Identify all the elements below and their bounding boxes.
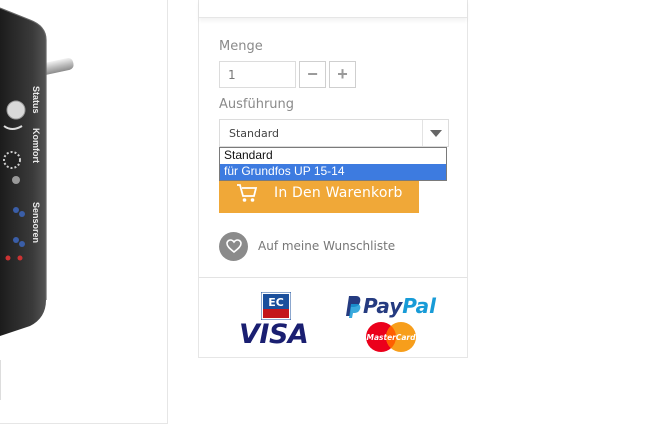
sensoren-label: Sensoren (31, 202, 41, 243)
paypal-icon (346, 296, 361, 318)
payment-logos: EC Pay Pal VISA MasterCard (199, 278, 467, 358)
komfort-label: Komfort (31, 128, 41, 163)
product-image-panel[interactable]: Status Komfort Sensoren (0, 0, 168, 424)
variant-select[interactable]: Standard (219, 119, 449, 147)
quantity-decrease-button[interactable]: − (299, 61, 326, 88)
paypal-text-pal: Pal (402, 294, 437, 318)
heart-icon (219, 231, 248, 261)
svg-text:EC: EC (268, 296, 284, 309)
add-to-cart-label: In Den Warenkorb (274, 185, 403, 201)
variant-option-grundfos[interactable]: für Grundfos UP 15-14 (220, 164, 446, 180)
quantity-increase-button[interactable]: + (329, 61, 356, 88)
paypal-logo: Pay Pal (341, 294, 436, 318)
paypal-text-pay: Pay (363, 294, 403, 318)
top-strip (199, 0, 467, 18)
chevron-down-icon[interactable] (422, 120, 448, 146)
mastercard-logo: MasterCard (366, 322, 417, 352)
wishlist-link[interactable]: Auf meine Wunschliste (219, 231, 395, 261)
product-image: Status Komfort Sensoren (0, 7, 74, 400)
quantity-label: Menge (219, 39, 263, 54)
variant-option-standard[interactable]: Standard (220, 148, 446, 164)
wishlist-label: Auf meine Wunschliste (258, 239, 396, 253)
variant-dropdown-list[interactable]: Standard für Grundfos UP 15-14 (219, 147, 447, 181)
svg-text:MasterCard: MasterCard (367, 333, 417, 342)
variant-selected-value: Standard (229, 127, 280, 140)
variant-label: Ausführung (219, 97, 295, 112)
cart-icon (237, 184, 258, 202)
visa-logo: VISA (239, 319, 309, 350)
quantity-input[interactable]: 1 (219, 61, 296, 88)
status-label: Status (31, 86, 41, 114)
ec-logo: EC (261, 292, 291, 320)
